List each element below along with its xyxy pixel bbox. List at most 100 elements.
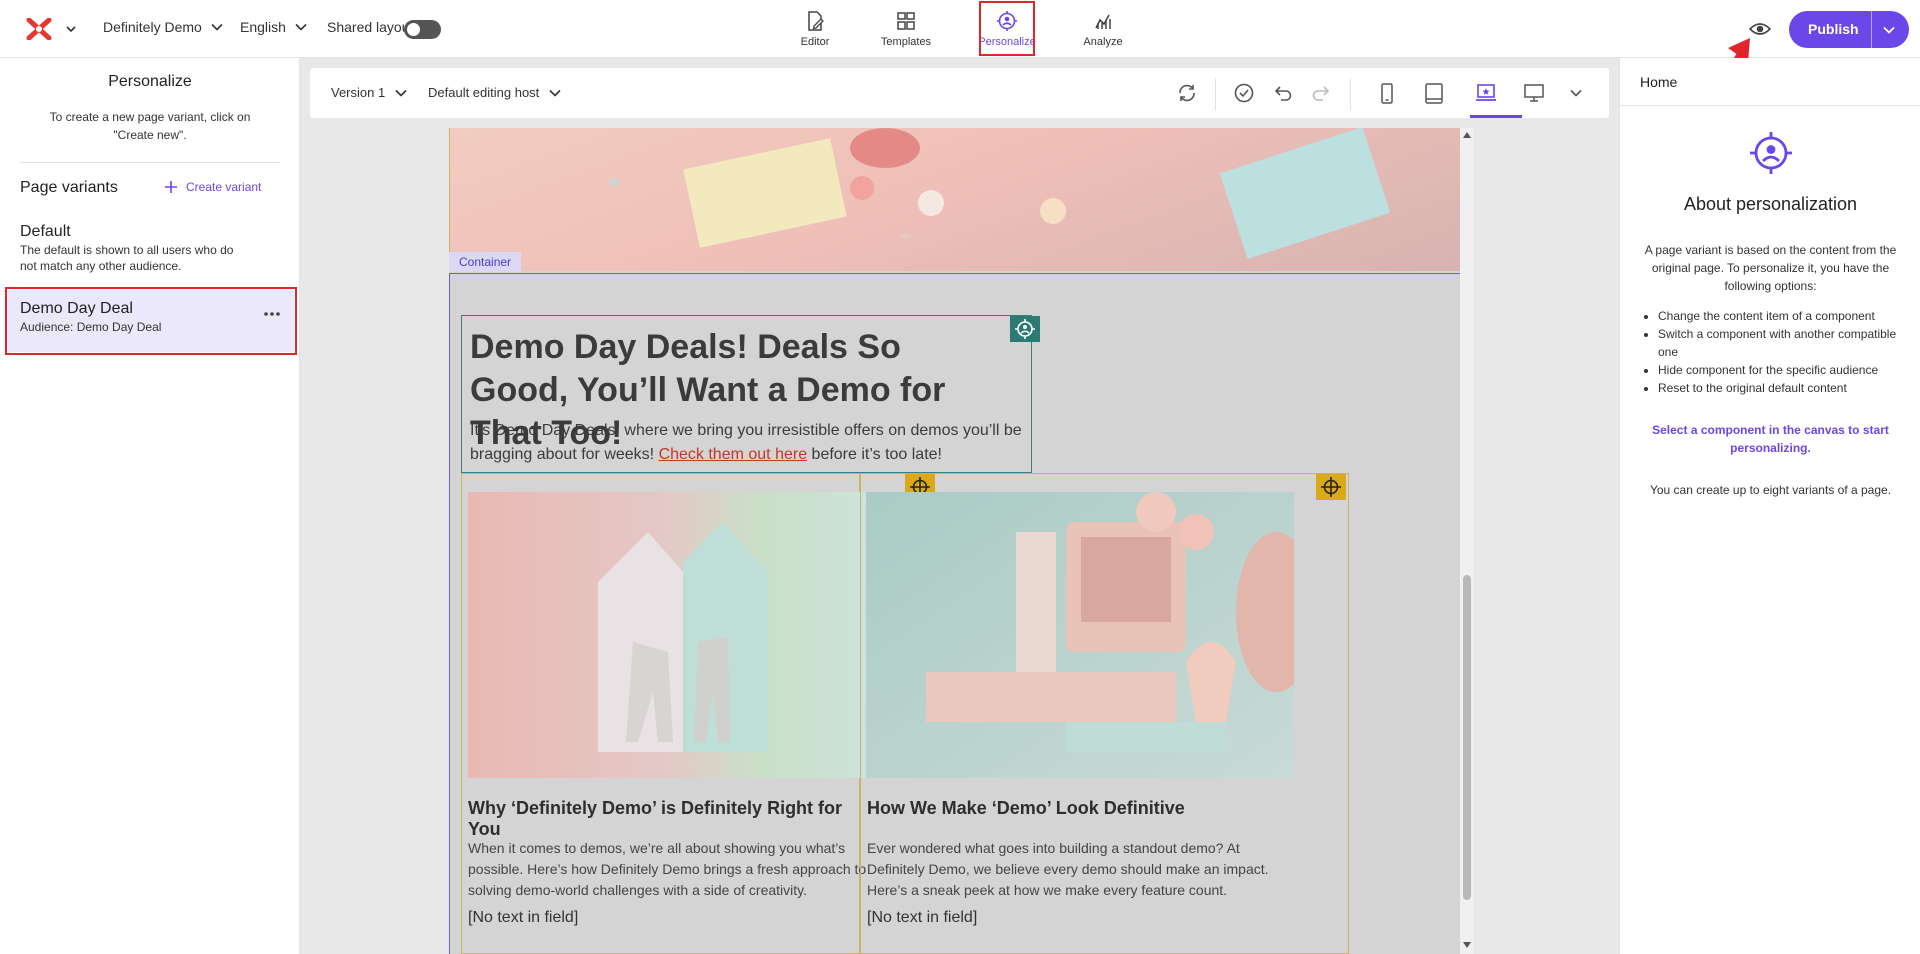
top-bar: Definitely Demo English Shared layout Ed… — [0, 0, 1920, 110]
list-item: Hide component for the specific audience — [1658, 361, 1903, 379]
page-variants-heading: Page variants — [20, 179, 118, 196]
list-item: Reset to the original default content — [1658, 379, 1903, 397]
list-item: Change the content item of a component — [1658, 307, 1903, 325]
personalization-options-list: Change the content item of a component S… — [1658, 307, 1903, 397]
canvas-toolbar: Version 1 Default editing host — [310, 68, 1609, 118]
panel-divider — [1620, 105, 1920, 106]
container-label: Container — [449, 252, 522, 272]
hero-ball-shape — [610, 178, 618, 186]
chevron-down-icon — [395, 89, 407, 97]
hero-image[interactable] — [449, 128, 1463, 271]
about-personalization-description: A page variant is based on the content f… — [1644, 243, 1897, 293]
tab-editor[interactable]: Editor — [775, 8, 855, 54]
promo-paragraph: It’s Demo Day Deals, where we bring you … — [470, 422, 1022, 463]
variant-name: Default — [20, 223, 71, 240]
card-image-workspace[interactable] — [866, 492, 1294, 778]
card-title: Why ‘Definitely Demo’ is Definitely Righ… — [468, 798, 843, 839]
refresh-icon[interactable] — [1176, 82, 1198, 104]
create-variant-button[interactable]: Create variant — [164, 180, 261, 194]
validate-check-icon[interactable] — [1233, 82, 1255, 104]
page-preview: Container Demo Day Deals! Deals So Good,… — [449, 128, 1463, 954]
publish-button[interactable]: Publish — [1789, 11, 1909, 48]
shared-layout-toggle[interactable] — [404, 20, 441, 39]
hero-ball-shape — [1040, 198, 1066, 224]
hero-notebook-shape — [683, 138, 847, 248]
hero-ball-shape — [918, 190, 944, 216]
editor-icon — [808, 11, 824, 31]
active-device-indicator — [1470, 115, 1522, 118]
list-item: Switch a component with another compatib… — [1658, 325, 1903, 361]
variant-default[interactable]: Default The default is shown to all user… — [20, 223, 250, 274]
laptop-device-icon[interactable] — [1474, 82, 1498, 104]
desktop-device-icon[interactable] — [1522, 82, 1546, 104]
canvas-area: Version 1 Default editing host Container… — [300, 58, 1619, 954]
shared-layout-label: Shared layout — [327, 19, 414, 35]
card-body: Ever wondered what goes into building a … — [867, 840, 1269, 898]
publish-options-chevron-icon[interactable] — [1881, 22, 1897, 38]
personalize-highlight-box — [979, 1, 1035, 56]
toolbar-separator — [1350, 78, 1351, 110]
device-more-chevron-icon[interactable] — [1568, 85, 1584, 101]
variant-highlight-box — [5, 287, 297, 355]
publish-label: Publish — [1808, 21, 1859, 37]
promo-rich-text[interactable]: Demo Day Deals! Deals So Good, You’ll Wa… — [461, 315, 1040, 473]
panel-divider — [20, 162, 280, 163]
hero-notebook-shape — [1219, 128, 1391, 259]
redo-icon[interactable] — [1310, 82, 1332, 104]
personalize-target-button[interactable] — [1010, 316, 1040, 342]
personalize-target-button[interactable] — [1316, 474, 1346, 500]
card-title: How We Make ‘Demo’ Look Definitive — [867, 798, 1185, 818]
crosshair-icon — [1321, 477, 1341, 497]
card-component[interactable]: How We Make ‘Demo’ Look Definitive Ever … — [860, 473, 1349, 954]
mobile-device-icon[interactable] — [1376, 82, 1398, 106]
templates-icon — [897, 12, 915, 30]
version-selector[interactable]: Version 1 — [331, 85, 408, 100]
scrollbar-thumb[interactable] — [1463, 575, 1471, 900]
hero-ball-shape — [850, 176, 874, 200]
scroll-up-icon[interactable] — [1463, 132, 1471, 138]
tab-analyze[interactable]: Analyze — [1063, 8, 1143, 54]
about-personalization-panel: Home About personalization A page varian… — [1619, 58, 1920, 954]
variant-subtitle: The default is shown to all users who do… — [20, 243, 234, 273]
tab-editor-label: Editor — [800, 36, 830, 48]
publish-divider — [1871, 11, 1872, 48]
about-personalization-title: About personalization — [1683, 194, 1858, 214]
personalization-large-icon — [1750, 132, 1792, 174]
editing-host-label: Default editing host — [428, 85, 540, 100]
undo-icon[interactable] — [1272, 82, 1294, 104]
language-label: English — [240, 19, 286, 35]
card-image-handshake[interactable] — [468, 492, 896, 778]
scroll-down-icon[interactable] — [1463, 942, 1471, 948]
language-selector[interactable]: English — [240, 19, 308, 35]
check-them-out-link[interactable]: Check them out here — [659, 446, 808, 463]
select-component-hint: Select a component in the canvas to star… — [1652, 423, 1889, 455]
chevron-down-icon — [549, 89, 561, 97]
personalize-target-icon — [1015, 319, 1035, 339]
page-name: Home — [1640, 74, 1678, 90]
card-body: When it comes to demos, we’re all about … — [468, 840, 867, 898]
card-component[interactable]: Why ‘Definitely Demo’ is Definitely Righ… — [461, 473, 935, 954]
tab-templates-label: Templates — [880, 36, 932, 48]
plus-icon — [165, 181, 177, 193]
version-label: Version 1 — [331, 85, 386, 100]
tablet-device-icon[interactable] — [1423, 82, 1445, 106]
site-selector[interactable]: Definitely Demo — [103, 19, 224, 35]
site-name: Definitely Demo — [103, 19, 202, 35]
variant-limit-note: You can create up to eight variants of a… — [1649, 483, 1892, 497]
hero-ball-shape — [850, 128, 920, 168]
chevron-down-icon — [211, 23, 223, 31]
hero-ball-shape — [900, 233, 912, 239]
app-logo-icon[interactable] — [26, 18, 52, 40]
editing-host-selector[interactable]: Default editing host — [428, 85, 562, 100]
card-empty-field[interactable]: [No text in field] — [468, 909, 578, 927]
tab-templates[interactable]: Templates — [866, 8, 946, 54]
personalize-panel: Personalize To create a new page variant… — [0, 58, 300, 954]
panel-description: To create a new page variant, click on "… — [49, 110, 251, 142]
chevron-down-icon — [295, 23, 307, 31]
analyze-icon — [1095, 14, 1111, 29]
canvas-scrollbar[interactable] — [1460, 128, 1474, 954]
panel-title: Personalize — [108, 73, 192, 90]
app-menu-chevron-icon[interactable] — [64, 22, 78, 36]
tab-analyze-label: Analyze — [1083, 36, 1123, 48]
card-empty-field[interactable]: [No text in field] — [867, 909, 977, 927]
